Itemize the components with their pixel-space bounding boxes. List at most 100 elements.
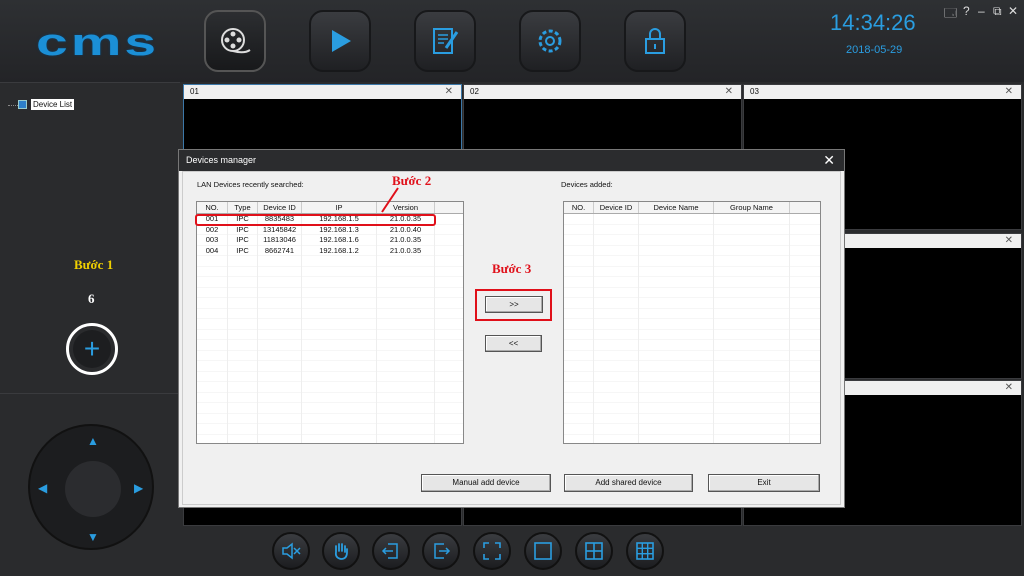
move-left-button[interactable]: << xyxy=(485,335,542,352)
close-icon[interactable]: ✕ xyxy=(1005,381,1013,395)
gear-icon xyxy=(538,29,562,53)
export-button[interactable] xyxy=(422,532,460,570)
clock-time: 14:34:26 xyxy=(830,10,916,35)
column-header[interactable]: Type xyxy=(228,202,258,213)
edit-nav-button[interactable] xyxy=(414,10,476,72)
add-device-button[interactable]: + xyxy=(66,323,118,375)
column-header[interactable]: Device ID xyxy=(594,202,639,213)
add-shared-device-button[interactable]: Add shared device xyxy=(564,474,693,492)
ptz-down-icon[interactable]: ▼ xyxy=(87,530,99,544)
edit-document-icon xyxy=(433,28,459,54)
close-icon[interactable]: ✕ xyxy=(1008,4,1018,18)
dialog-body: LAN Devices recently searched: Devices a… xyxy=(182,171,841,505)
column-header[interactable]: NO. xyxy=(197,202,228,213)
lan-devices-list[interactable]: NO. Type Device ID IP Version 001 IPC 88… xyxy=(196,201,464,444)
exit-button[interactable]: Exit xyxy=(708,474,820,492)
step1-annotation: Bước 1 xyxy=(74,257,114,272)
help-icon[interactable]: ? xyxy=(963,4,970,18)
ptz-right-icon[interactable]: ▶ xyxy=(134,481,143,495)
manual-add-device-button[interactable]: Manual add device xyxy=(421,474,551,492)
import-icon xyxy=(381,543,398,559)
screen-icon[interactable]: 🗔 xyxy=(944,4,957,25)
table-row[interactable]: 004 IPC 8662741 192.168.1.2 21.0.0.35 xyxy=(197,245,463,256)
added-list-header: NO. Device ID Device Name Group Name xyxy=(564,202,820,214)
dialog-titlebar: Devices manager ✕ xyxy=(179,150,844,171)
cell-label: 02 xyxy=(470,87,479,96)
cell: IPC xyxy=(228,245,258,256)
fullscreen-button[interactable] xyxy=(473,532,511,570)
device-list-node[interactable]: Device List xyxy=(31,99,75,110)
mute-button[interactable] xyxy=(272,532,310,570)
top-bar: cms 14:34:26 2018-05-29 🗔 ? – ⧉ ✕ xyxy=(0,0,1024,82)
close-icon[interactable]: ✕ xyxy=(1005,85,1013,99)
single-view-icon xyxy=(534,542,552,560)
ptz-up-icon[interactable]: ▲ xyxy=(87,434,99,448)
cell: 002 xyxy=(197,224,228,235)
cell: 192.168.1.6 xyxy=(302,235,377,246)
fullscreen-icon xyxy=(483,542,501,560)
dialog-close-icon[interactable]: ✕ xyxy=(823,150,835,171)
close-icon[interactable]: ✕ xyxy=(1005,234,1013,248)
lan-devices-label: LAN Devices recently searched: xyxy=(197,180,304,189)
quad-view-button[interactable] xyxy=(575,532,613,570)
column-header[interactable]: Device ID xyxy=(258,202,302,213)
devices-added-list[interactable]: NO. Device ID Device Name Group Name xyxy=(563,201,821,444)
quad-view-icon xyxy=(585,542,603,560)
nine-view-button[interactable] xyxy=(626,532,664,570)
cell: 192.168.1.3 xyxy=(302,224,377,235)
restore-icon[interactable]: ⧉ xyxy=(993,4,1002,19)
cms-logo: cms xyxy=(36,22,160,64)
device-tree-icon xyxy=(18,100,27,109)
devices-added-label: Devices added: xyxy=(561,180,613,189)
mute-icon xyxy=(282,542,301,560)
video-reel-icon xyxy=(221,28,251,54)
column-header[interactable]: IP xyxy=(302,202,377,213)
cell: 004 xyxy=(197,245,228,256)
ptz-center[interactable] xyxy=(65,461,121,517)
cell-label: 03 xyxy=(750,87,759,96)
ptz-left-icon[interactable]: ◀ xyxy=(38,481,47,495)
cell: 8662741 xyxy=(258,245,302,256)
plus-icon: + xyxy=(73,330,111,368)
video-cell[interactable] xyxy=(463,506,742,526)
table-row[interactable]: 003 IPC 11813046 192.168.1.6 21.0.0.35 xyxy=(197,235,463,246)
video-reel-nav-button[interactable] xyxy=(204,10,266,72)
settings-nav-button[interactable] xyxy=(519,10,581,72)
left-panel: Device List Bước 1 6 + ▲ ▼ ◀ ▶ xyxy=(0,82,180,576)
tree-connector xyxy=(8,105,18,106)
lan-list-header: NO. Type Device ID IP Version xyxy=(197,202,463,214)
hand-icon xyxy=(334,543,348,560)
column-header[interactable]: NO. xyxy=(564,202,594,213)
hand-button[interactable] xyxy=(322,532,360,570)
minimize-icon[interactable]: – xyxy=(978,4,985,18)
cell: 11813046 xyxy=(258,235,302,246)
nine-view-icon xyxy=(636,542,654,560)
export-icon xyxy=(434,543,451,559)
cell: 21.0.0.40 xyxy=(377,224,435,235)
play-icon xyxy=(332,30,351,52)
cell: IPC xyxy=(228,235,258,246)
playback-nav-button[interactable] xyxy=(309,10,371,72)
ptz-joystick[interactable]: ▲ ▼ ◀ ▶ xyxy=(28,424,154,550)
cell-label: 01 xyxy=(190,87,199,96)
close-icon[interactable]: ✕ xyxy=(725,85,733,99)
cell: 21.0.0.35 xyxy=(377,235,435,246)
cell: 21.0.0.35 xyxy=(377,245,435,256)
cell: 192.168.1.2 xyxy=(302,245,377,256)
column-header[interactable]: Group Name xyxy=(714,202,790,213)
step2-arrow xyxy=(381,187,399,213)
step3-highlight xyxy=(475,289,552,321)
column-header[interactable]: Device Name xyxy=(639,202,714,213)
import-button[interactable] xyxy=(372,532,410,570)
close-icon[interactable]: ✕ xyxy=(445,85,453,99)
table-row[interactable]: 002 IPC 13145842 192.168.1.3 21.0.0.40 xyxy=(197,224,463,235)
lock-nav-button[interactable] xyxy=(624,10,686,72)
video-cell[interactable] xyxy=(183,506,462,526)
cell: 13145842 xyxy=(258,224,302,235)
dialog-title: Devices manager xyxy=(186,155,257,165)
panel-divider xyxy=(0,393,180,394)
cell: 003 xyxy=(197,235,228,246)
cell: IPC xyxy=(228,224,258,235)
single-view-button[interactable] xyxy=(524,532,562,570)
lock-icon xyxy=(645,28,665,54)
